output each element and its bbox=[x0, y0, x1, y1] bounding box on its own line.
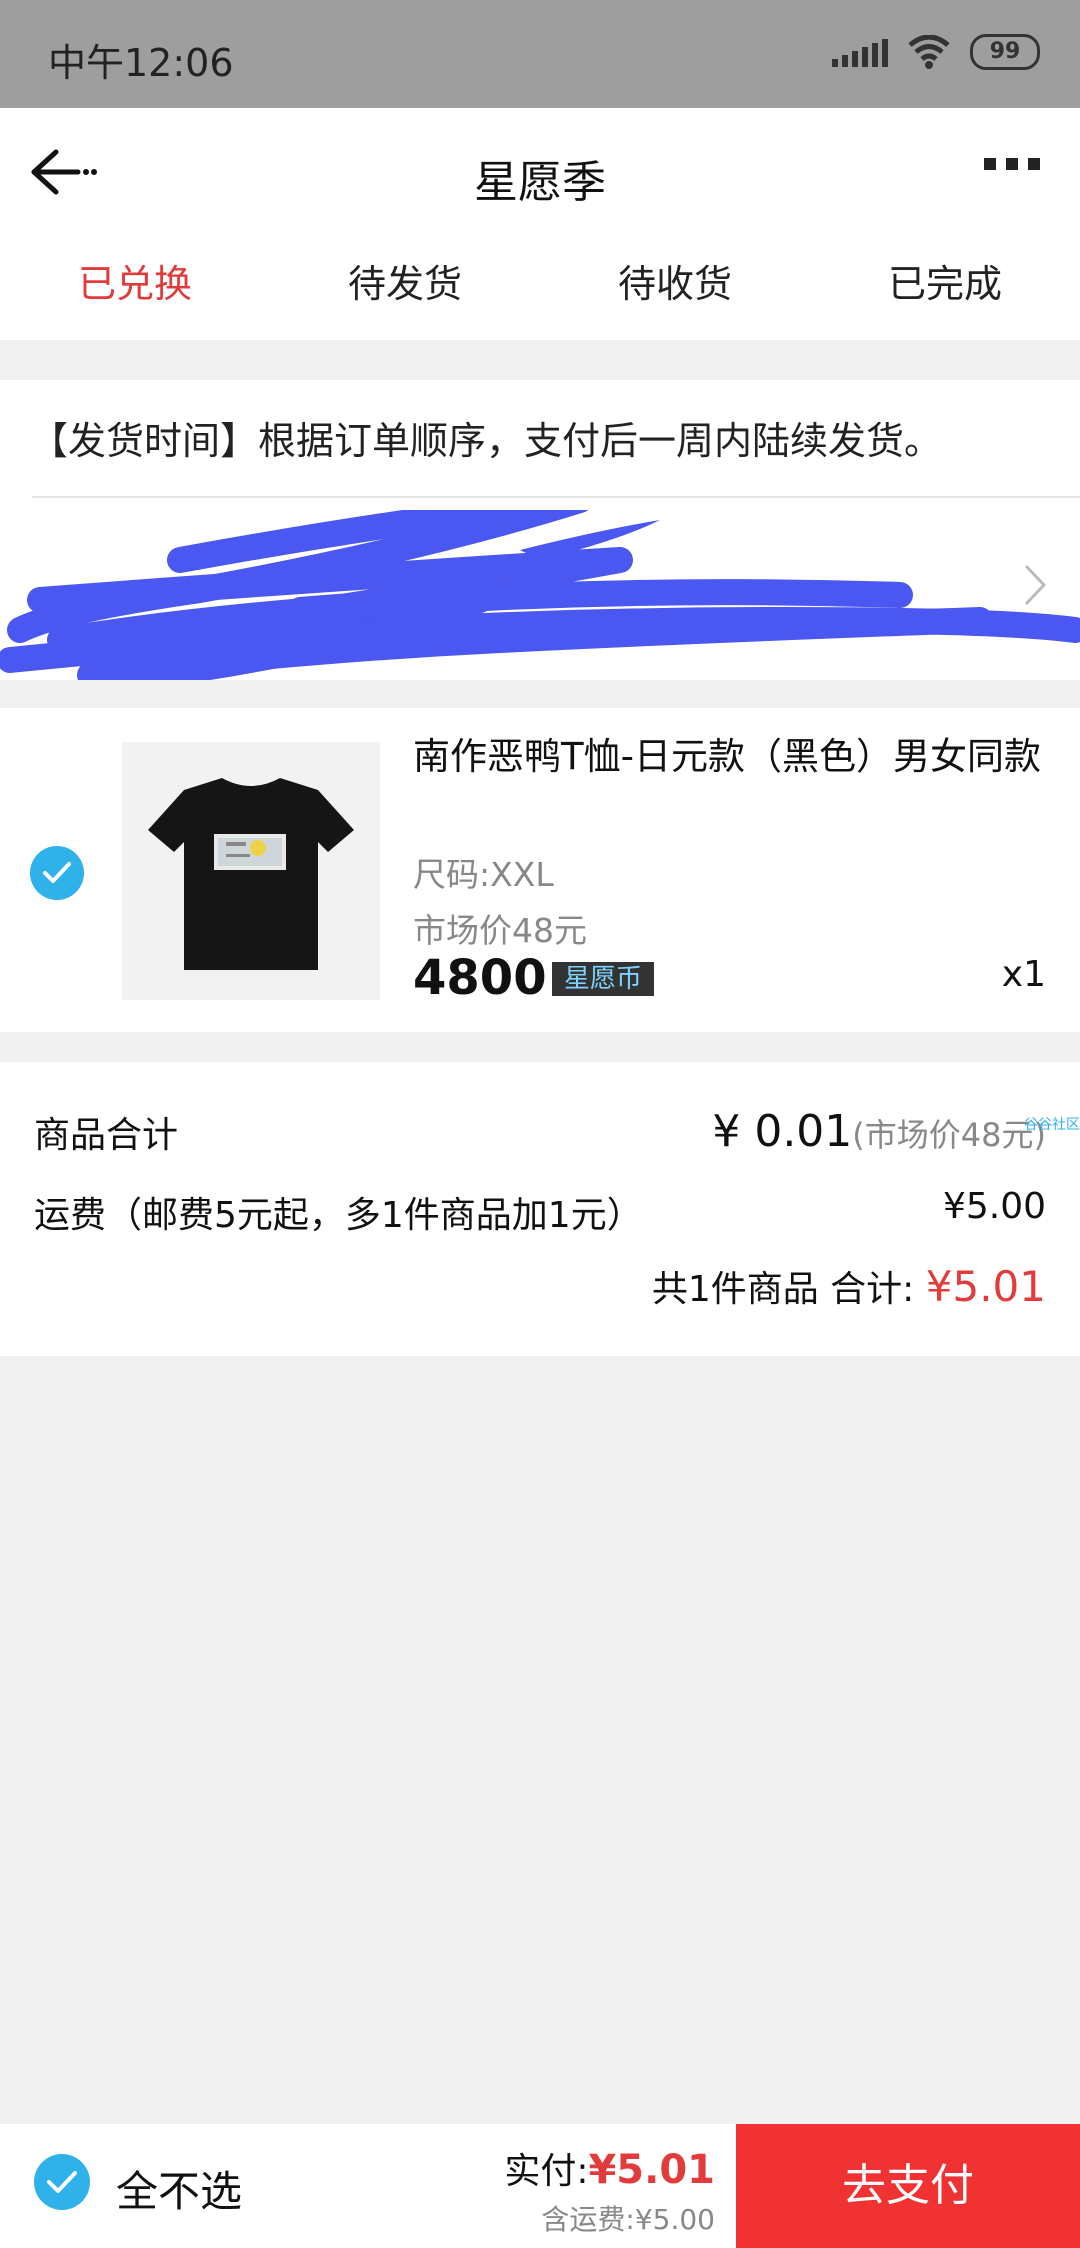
product-checkbox[interactable] bbox=[30, 846, 84, 900]
amount-paid-value: ¥5.01 bbox=[588, 2147, 715, 2193]
checkmark-icon bbox=[43, 862, 71, 883]
battery-icon: 99 bbox=[970, 34, 1040, 70]
shipping-notice-card: 【发货时间】根据订单顺序，支付后一周内陆续发货。 bbox=[0, 380, 1080, 680]
signal-icon bbox=[832, 37, 888, 67]
tshirt-image bbox=[148, 778, 354, 970]
checkmark-icon bbox=[47, 2171, 77, 2193]
product-card: 南作恶鸭T恤-日元款（黑色）男女同款 尺码:XXL 市场价48元 4800 星愿… bbox=[0, 708, 1080, 1032]
chevron-right-icon[interactable] bbox=[1020, 560, 1050, 610]
goods-total-label: 商品合计 bbox=[34, 1115, 179, 1156]
order-status-tabs: 已兑换 待发货 待收货 已完成 bbox=[0, 236, 1080, 340]
select-all-checkbox[interactable] bbox=[34, 2154, 90, 2210]
status-icons: 99 bbox=[832, 34, 1040, 70]
product-name[interactable]: 南作恶鸭T恤-日元款（黑色）男女同款 bbox=[413, 734, 1043, 780]
order-total-line: 共1件商品 合计: ¥5.01 bbox=[652, 1260, 1046, 1312]
product-price: 4800 bbox=[413, 950, 547, 1006]
page-title: 星愿季 bbox=[474, 157, 606, 208]
order-summary-card: 商品合计 ¥ 0.01(市场价48元) 谷谷社区 运费（邮费5元起，多1件商品加… bbox=[0, 1062, 1080, 1356]
shipping-included-note: 含运费:¥5.00 bbox=[541, 2203, 715, 2236]
item-count-text: 共1件商品 合计: bbox=[651, 1269, 926, 1310]
status-bar: 中午12:06 99 bbox=[0, 0, 1080, 108]
shipping-fee-label: 运费（邮费5元起，多1件商品加1元） bbox=[34, 1195, 643, 1236]
status-time: 中午12:06 bbox=[48, 41, 234, 85]
tab-pending-receipt[interactable]: 待收货 bbox=[540, 236, 810, 340]
wifi-icon bbox=[908, 35, 950, 69]
nav-bar: 星愿季 bbox=[0, 108, 1080, 236]
address-redaction-scribble[interactable] bbox=[0, 510, 1080, 680]
product-size: 尺码:XXL bbox=[413, 855, 554, 894]
divider bbox=[32, 496, 1080, 498]
order-total-value: ¥5.01 bbox=[925, 1262, 1046, 1311]
goods-total-market: (市场价48元) bbox=[852, 1116, 1046, 1154]
tab-exchanged[interactable]: 已兑换 bbox=[0, 236, 270, 340]
deselect-all-label[interactable]: 全不选 bbox=[116, 2158, 242, 2219]
corner-tag: 谷谷社区 bbox=[1024, 1117, 1080, 1133]
tab-completed[interactable]: 已完成 bbox=[810, 236, 1080, 340]
product-quantity: x1 bbox=[1001, 954, 1046, 995]
amount-paid-label: 实付: bbox=[504, 2151, 589, 2192]
product-image[interactable] bbox=[122, 742, 380, 1000]
goods-total-amount: ¥ 0.01 bbox=[712, 1106, 853, 1157]
pay-button[interactable]: 去支付 bbox=[736, 2124, 1080, 2248]
amount-paid: 实付:¥5.01 bbox=[504, 2142, 715, 2194]
checkout-bar: 全不选 实付:¥5.01 含运费:¥5.00 去支付 bbox=[0, 2124, 1080, 2248]
shipping-fee-value: ¥5.00 bbox=[942, 1186, 1046, 1227]
more-options-icon[interactable] bbox=[984, 158, 1040, 170]
shipping-notice-text: 【发货时间】根据订单顺序，支付后一周内陆续发货。 bbox=[30, 419, 943, 463]
tab-pending-shipment[interactable]: 待发货 bbox=[270, 236, 540, 340]
goods-total-value: ¥ 0.01(市场价48元) bbox=[712, 1106, 1046, 1157]
product-market-price: 市场价48元 bbox=[413, 911, 587, 950]
currency-badge: 星愿币 bbox=[552, 962, 655, 996]
